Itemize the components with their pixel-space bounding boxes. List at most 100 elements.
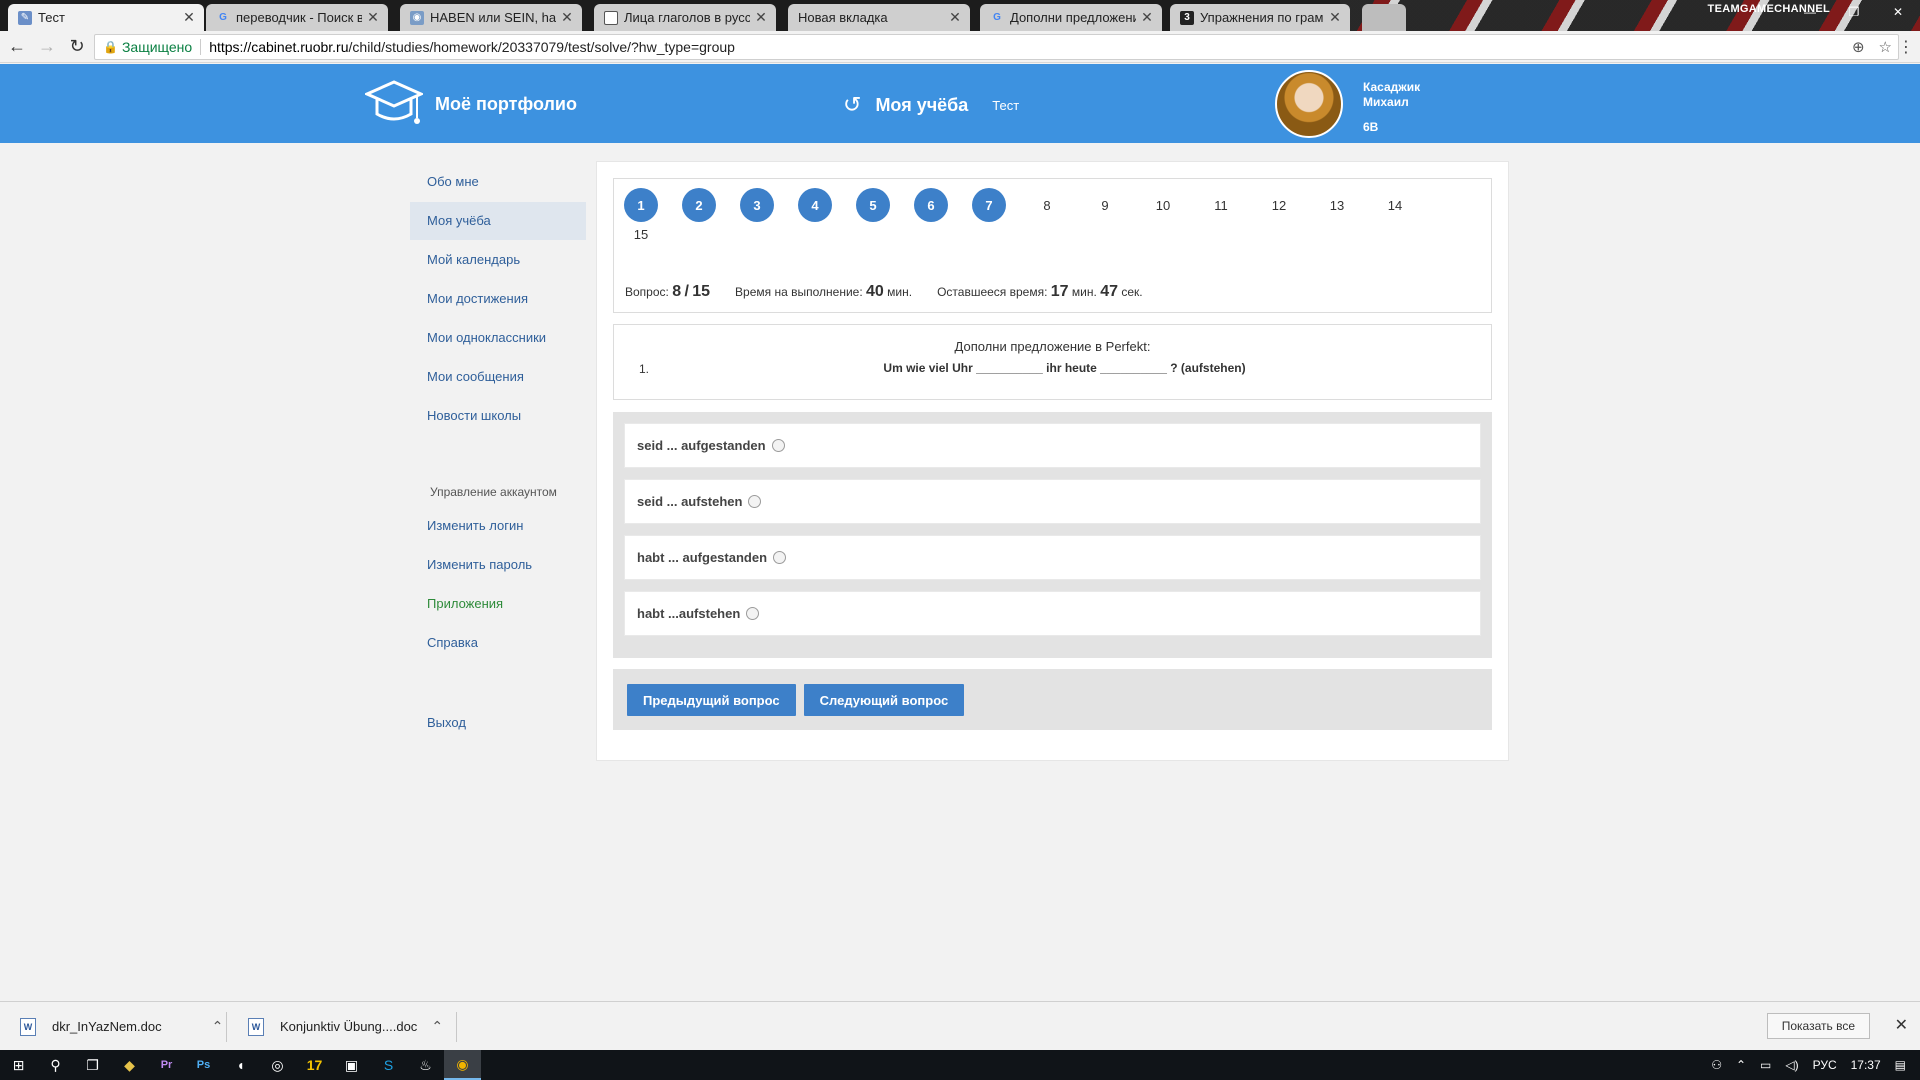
task-view-icon[interactable]: ❐ [74,1050,111,1080]
language-indicator[interactable]: РУС [1813,1058,1837,1072]
close-icon[interactable]: ✕ [560,9,574,26]
sidebar: Обо мне Моя учёба Мой календарь Мои дост… [410,163,586,743]
radio-button[interactable] [748,495,762,508]
tab-haben-sein[interactable]: ◉ HABEN или SEIN, haben ✕ [400,4,582,31]
previous-question-button[interactable]: Предыдущий вопрос [627,684,796,716]
chevron-up-icon[interactable]: ⌃ [431,1018,443,1035]
back-icon[interactable]: ← [4,34,30,60]
radio-button[interactable] [746,607,760,620]
windows-start-icon[interactable]: ⊞ [0,1050,37,1080]
sidebar-item-calendar[interactable]: Мой календарь [410,241,586,279]
close-icon[interactable]: ✕ [948,9,962,26]
sidebar-item-about[interactable]: Обо мне [410,163,586,201]
chevron-up-icon[interactable]: ⌃ [212,1018,224,1035]
question-number-12[interactable]: 12 [1262,188,1296,222]
close-icon[interactable]: ✕ [182,9,196,26]
bookmark-star-icon[interactable]: ☆ [1879,38,1892,56]
tab-grammar-exercises[interactable]: 3 Упражнения по грамма ✕ [1170,4,1350,31]
clock[interactable]: 17:37 [1851,1058,1881,1072]
sidebar-item-exit[interactable]: Выход [410,704,586,742]
close-icon[interactable]: ✕ [1328,9,1342,26]
download-filename: dkr_InYazNem.doc [52,1019,162,1034]
answer-option-3[interactable]: habt ... aufgestanden [624,535,1481,580]
question-number-7[interactable]: 7 [972,188,1006,222]
avatar[interactable] [1275,70,1343,138]
restore-icon[interactable]: ❐ [1832,0,1876,24]
download-item[interactable]: W Konjunktiv Übung....doc ⌃ [248,1002,443,1051]
tab-verb-persons[interactable]: Лица глаголов в русско ✕ [594,4,776,31]
app-icon[interactable]: ◆ [111,1050,148,1080]
notifications-icon[interactable]: ▤ [1895,1058,1906,1072]
sidebar-item-messages[interactable]: Мои сообщения [410,358,586,396]
tab-translator[interactable]: G переводчик - Поиск в G ✕ [206,4,388,31]
question-number-2[interactable]: 2 [682,188,716,222]
minimize-icon[interactable]: — [1788,0,1832,24]
reload-icon[interactable]: ↻ [64,34,90,60]
sidebar-item-achievements[interactable]: Мои достижения [410,280,586,318]
audio-app-icon[interactable]: ◖ [222,1050,259,1080]
question-number-13[interactable]: 13 [1320,188,1354,222]
new-tab-button[interactable] [1362,4,1406,31]
remaining-min: 17 [1050,283,1069,300]
question-number-11[interactable]: 11 [1204,188,1238,222]
tab-complete-sentence[interactable]: G Дополни предложение ✕ [980,4,1162,31]
address-bar[interactable]: 🔒 Защищено https://cabinet.ruobr.ru/chil… [94,34,1899,60]
sidebar-item-apps[interactable]: Приложения [410,585,586,623]
google-icon: G [219,12,227,23]
chrome-icon[interactable]: ◉ [444,1050,481,1080]
answer-option-4[interactable]: habt ...aufstehen [624,591,1481,636]
answer-option-2[interactable]: seid ... aufstehen [624,479,1481,524]
sidebar-item-classmates[interactable]: Мои одноклассники [410,319,586,357]
question-nav-bar: Предыдущий вопрос Следующий вопрос [613,669,1492,730]
skype-icon[interactable]: S [370,1050,407,1080]
close-icon[interactable]: ✕ [1140,9,1154,26]
section-title[interactable]: Моя учёба [875,95,968,116]
radio-button[interactable] [771,439,785,452]
photoshop-icon[interactable]: Ps [185,1050,222,1080]
close-window-icon[interactable]: ✕ [1876,0,1920,24]
download-item[interactable]: W dkr_InYazNem.doc ⌃ [20,1002,223,1051]
answer-option-1[interactable]: seid ... aufgestanden [624,423,1481,468]
sidebar-item-school-news[interactable]: Новости школы [410,397,586,435]
question-number-6[interactable]: 6 [914,188,948,222]
sidebar-item-change-login[interactable]: Изменить логин [410,507,586,545]
question-number-8[interactable]: 8 [1030,188,1064,222]
tab-new[interactable]: Новая вкладка ✕ [788,4,970,31]
close-icon[interactable]: ✕ [754,9,768,26]
downloads-bar: W dkr_InYazNem.doc ⌃ W Konjunktiv Übung.… [0,1001,1920,1050]
steam-icon[interactable]: ♨ [407,1050,444,1080]
question-number-4[interactable]: 4 [798,188,832,222]
search-icon[interactable]: ⚲ [37,1050,74,1080]
sidebar-item-help[interactable]: Справка [410,624,586,662]
chevron-up-icon[interactable]: ⌃ [1736,1058,1746,1072]
user-profile[interactable]: Касаджик Михаил 6В [1275,70,1420,138]
close-icon[interactable]: ✕ [1895,1015,1908,1035]
app-17-icon[interactable]: 17 [296,1050,333,1080]
disc-icon[interactable]: ◎ [259,1050,296,1080]
close-icon[interactable]: ✕ [366,9,380,26]
question-number-15[interactable]: 15 [624,217,658,251]
question-number-10[interactable]: 10 [1146,188,1180,222]
sidebar-item-studies[interactable]: Моя учёба [410,202,586,240]
browser-menu-icon[interactable]: ⋮ [1898,37,1914,57]
question-number-3[interactable]: 3 [740,188,774,222]
site-icon: ✎ [18,10,32,25]
question-number-14[interactable]: 14 [1378,188,1412,222]
question-number-9[interactable]: 9 [1088,188,1122,222]
radio-button[interactable] [773,551,787,564]
people-icon[interactable]: ⚇ [1711,1058,1722,1072]
zoom-icon[interactable]: ⊕ [1852,38,1865,56]
next-question-button[interactable]: Следующий вопрос [803,684,965,716]
forward-icon[interactable]: → [34,34,60,60]
volume-icon[interactable]: ◁) [1785,1058,1798,1072]
premiere-icon[interactable]: Pr [148,1050,185,1080]
tab-test[interactable]: ✎ Тест ✕ [8,4,204,31]
portfolio-logo[interactable]: Моё портфолио [365,78,577,130]
show-all-button[interactable]: Показать все [1766,1013,1870,1039]
sidebar-item-change-password[interactable]: Изменить пароль [410,546,586,584]
discord-icon[interactable]: ▣ [333,1050,370,1080]
url-text[interactable]: https://cabinet.ruobr.ru/child/studies/h… [209,39,735,55]
refresh-icon[interactable]: ↺ [843,92,861,118]
question-number-5[interactable]: 5 [856,188,890,222]
network-icon[interactable]: ▭ [1760,1058,1771,1072]
